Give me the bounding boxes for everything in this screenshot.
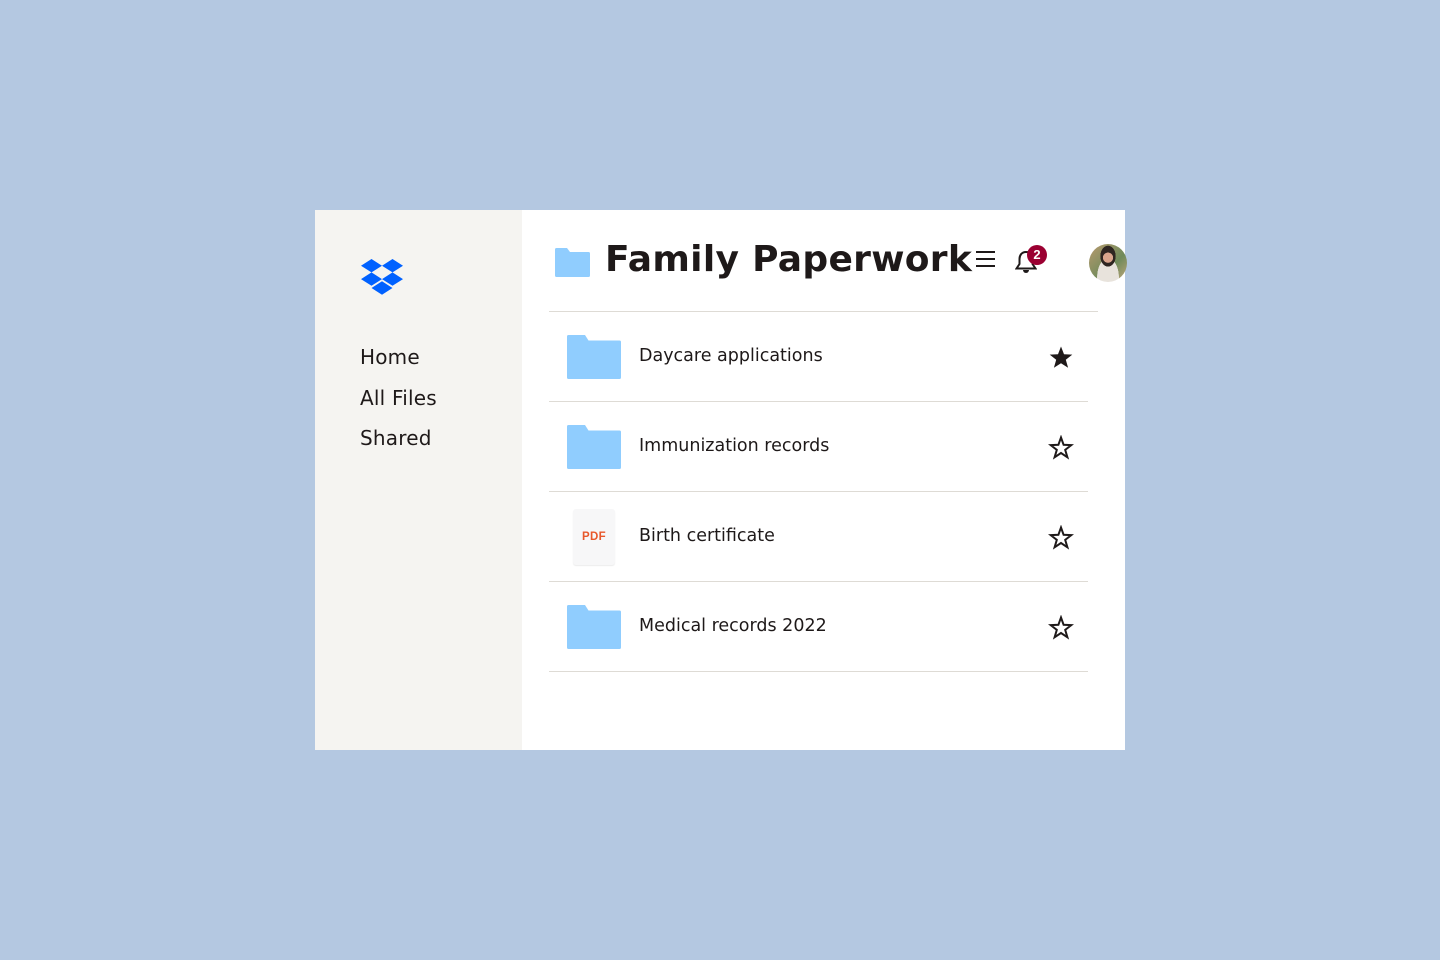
file-row[interactable]: Daycare applications bbox=[549, 312, 1088, 402]
file-row[interactable]: PDF Birth certificate bbox=[549, 492, 1088, 582]
file-name[interactable]: Immunization records bbox=[639, 435, 829, 457]
file-name[interactable]: Medical records 2022 bbox=[639, 615, 827, 637]
page-title: Family Paperwork bbox=[605, 239, 973, 280]
file-name[interactable]: Birth certificate bbox=[639, 525, 775, 547]
pdf-file-icon: PDF bbox=[573, 509, 615, 565]
dropbox-logo-icon[interactable] bbox=[361, 259, 403, 295]
sidebar-item-shared[interactable]: Shared bbox=[360, 423, 437, 464]
avatar[interactable] bbox=[1089, 244, 1127, 282]
file-row[interactable]: Immunization records bbox=[549, 402, 1088, 492]
file-list: Daycare applications Immunization record… bbox=[549, 312, 1088, 672]
app-window: Home All Files Shared Family Paperwork 2 bbox=[315, 210, 1127, 750]
folder-icon bbox=[555, 248, 590, 277]
main-content: Family Paperwork 2 Daycare applications bbox=[522, 210, 1127, 750]
star-outline-icon[interactable] bbox=[1048, 615, 1074, 640]
sidebar: Home All Files Shared bbox=[315, 210, 522, 750]
sidebar-item-home[interactable]: Home bbox=[360, 342, 437, 383]
star-outline-icon[interactable] bbox=[1048, 525, 1074, 550]
folder-icon bbox=[567, 335, 621, 379]
file-row[interactable]: Medical records 2022 bbox=[549, 582, 1088, 672]
folder-icon bbox=[567, 425, 621, 469]
notification-badge: 2 bbox=[1027, 245, 1047, 265]
folder-icon bbox=[567, 605, 621, 649]
sidebar-nav: Home All Files Shared bbox=[360, 342, 437, 464]
hamburger-menu-icon[interactable] bbox=[976, 251, 995, 271]
page-header: Family Paperwork 2 bbox=[549, 210, 1127, 312]
file-name[interactable]: Daycare applications bbox=[639, 345, 823, 367]
star-outline-icon[interactable] bbox=[1048, 435, 1074, 460]
star-filled-icon[interactable] bbox=[1048, 345, 1074, 370]
sidebar-item-all-files[interactable]: All Files bbox=[360, 383, 437, 424]
